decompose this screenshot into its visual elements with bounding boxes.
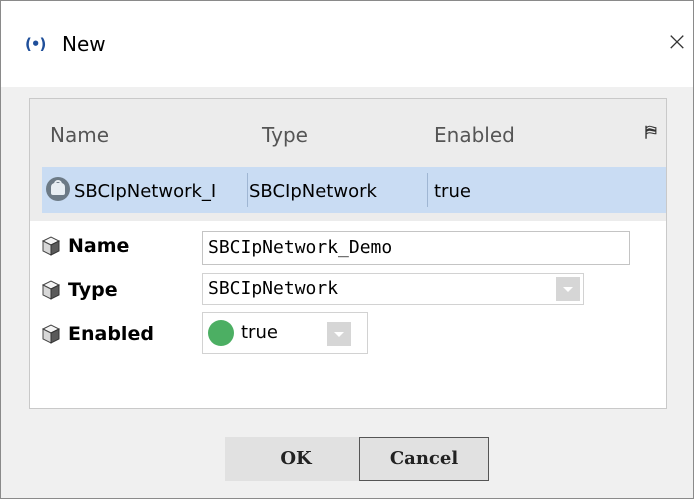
- type-dropdown[interactable]: SBCIpNetwork: [202, 273, 584, 305]
- dialog-title: New: [62, 32, 106, 56]
- close-button[interactable]: ×: [664, 29, 690, 55]
- cell-enabled: true: [434, 181, 471, 202]
- enabled-dropdown[interactable]: true: [202, 312, 368, 354]
- network-broadcast-icon: (•): [25, 35, 46, 53]
- chevron-down-icon[interactable]: [327, 322, 351, 346]
- cell-type: SBCIpNetwork: [249, 181, 377, 202]
- cancel-button[interactable]: Cancel: [359, 437, 489, 481]
- enabled-label: Enabled: [68, 323, 154, 345]
- status-dot-icon: [208, 320, 234, 346]
- property-sheet: Name SBCIpNetwork_Demo Type SBCIpNetwork…: [30, 221, 666, 408]
- title-bar: (•) New ×: [1, 1, 693, 87]
- property-slot-icon: [41, 280, 61, 300]
- column-divider: [247, 173, 248, 207]
- column-divider: [427, 173, 428, 207]
- table-row[interactable]: SBCIpNetwork_I SBCIpNetwork true: [42, 167, 666, 213]
- type-dropdown-value: SBCIpNetwork: [208, 278, 339, 299]
- column-options-icon[interactable]: ⛿: [645, 121, 663, 143]
- property-slot-icon: [41, 324, 61, 344]
- component-table: Name Type Enabled ⛿ SBCIpNetwork_I SBCIp…: [30, 99, 666, 221]
- cell-name: SBCIpNetwork_I: [74, 181, 217, 202]
- enabled-dropdown-value: true: [241, 322, 278, 343]
- name-field[interactable]: SBCIpNetwork_Demo: [202, 231, 630, 265]
- type-label: Type: [68, 279, 118, 301]
- column-header-type[interactable]: Type: [262, 123, 308, 147]
- network-icon: [46, 177, 70, 201]
- column-header-enabled[interactable]: Enabled: [434, 123, 515, 147]
- new-dialog: (•) New × Name Type Enabled ⛿ SBCIpNetwo…: [0, 0, 694, 499]
- chevron-down-icon[interactable]: [556, 277, 580, 301]
- ok-button[interactable]: OK: [225, 437, 367, 481]
- name-label: Name: [68, 235, 130, 257]
- property-slot-icon: [41, 236, 61, 256]
- content-panel: Name Type Enabled ⛿ SBCIpNetwork_I SBCIp…: [29, 98, 667, 409]
- column-header-name[interactable]: Name: [50, 123, 109, 147]
